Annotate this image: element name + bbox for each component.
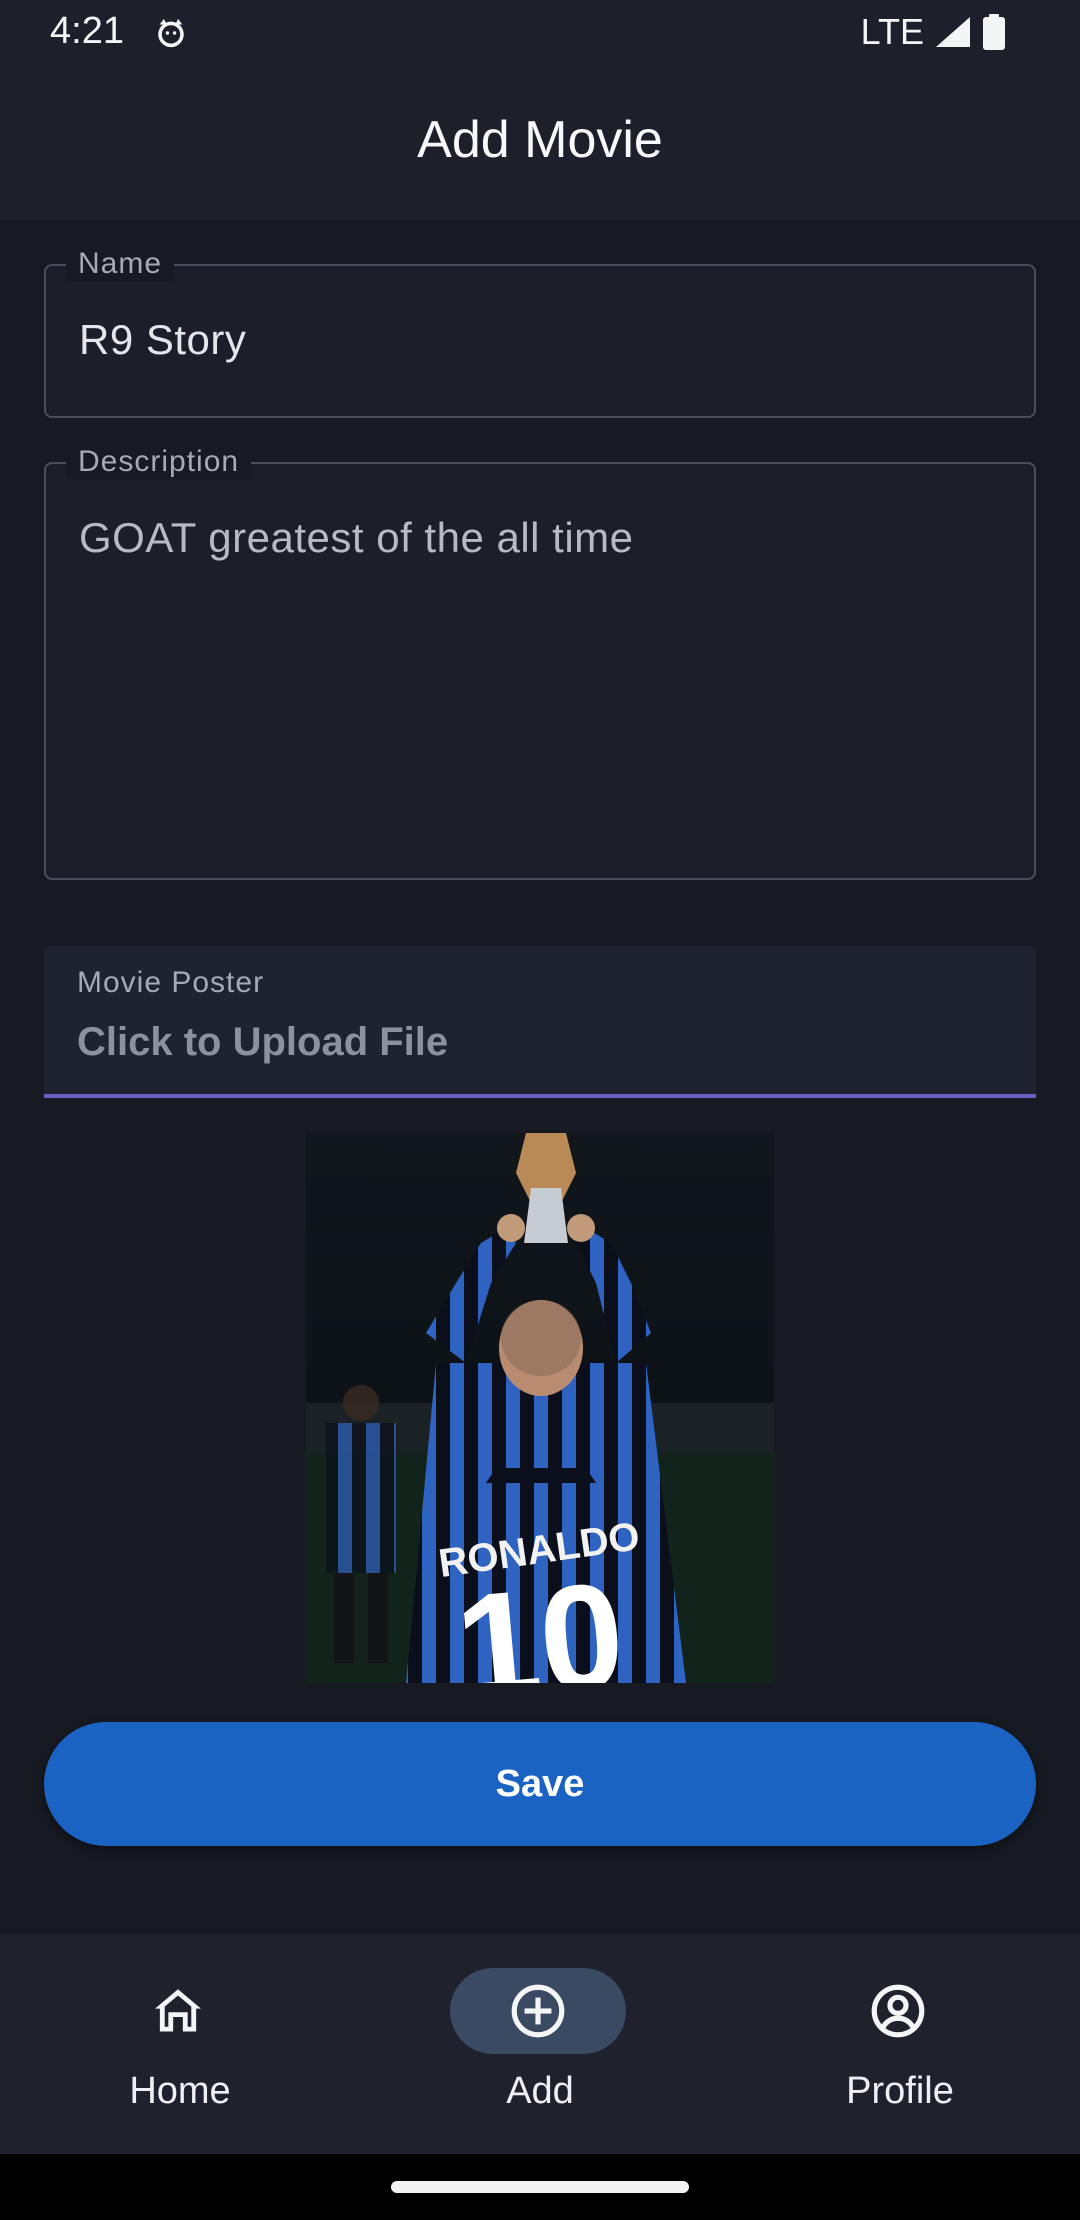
battery-icon xyxy=(983,14,1005,50)
poster-upload-field[interactable]: Movie Poster Click to Upload File xyxy=(44,946,1036,1098)
save-button[interactable]: Save xyxy=(44,1722,1036,1846)
profile-icon xyxy=(871,1984,925,2038)
poster-image: RONALDO 10 xyxy=(306,1133,774,1683)
home-gesture-handle[interactable] xyxy=(391,2181,689,2193)
poster-upload-placeholder: Click to Upload File xyxy=(77,1020,449,1064)
page-title: Add Movie xyxy=(417,111,663,169)
name-label: Name xyxy=(66,247,175,281)
nav-label-add: Add xyxy=(506,2070,574,2112)
nav-item-profile[interactable]: Profile xyxy=(720,1934,1080,2154)
nav-home-icon-container xyxy=(90,1968,266,2054)
status-bar: 4:21 LTE xyxy=(0,0,1080,66)
signal-icon xyxy=(936,17,970,47)
nav-item-home[interactable]: Home xyxy=(0,1934,360,2154)
nav-label-home: Home xyxy=(129,2070,231,2112)
description-label: Description xyxy=(66,445,252,479)
gesture-bar xyxy=(0,2154,1080,2220)
nav-item-add[interactable]: Add xyxy=(360,1934,720,2154)
nav-add-icon-container xyxy=(450,1968,626,2054)
nav-profile-icon-container xyxy=(810,1968,986,2054)
name-field[interactable]: Name R9 Story xyxy=(44,247,1036,418)
description-field[interactable]: Description GOAT greatest of the all tim… xyxy=(44,445,1036,880)
poster-illustration: RONALDO 10 xyxy=(306,1133,774,1683)
status-indicators: LTE xyxy=(860,11,1006,52)
app-bar: Add Movie xyxy=(0,66,1080,220)
poster-label: Movie Poster xyxy=(77,966,265,999)
nav-label-profile: Profile xyxy=(846,2070,954,2112)
svg-text:10: 10 xyxy=(450,1550,631,1683)
description-value: GOAT greatest of the all time xyxy=(79,514,634,561)
home-icon xyxy=(155,1989,201,2032)
add-circle-icon xyxy=(511,1984,565,2038)
network-label: LTE xyxy=(860,11,924,52)
status-time: 4:21 xyxy=(50,10,124,52)
name-value: R9 Story xyxy=(79,316,247,363)
bottom-navigation: Home Add Profile xyxy=(0,1934,1080,2154)
cat-notification-icon xyxy=(158,18,184,48)
